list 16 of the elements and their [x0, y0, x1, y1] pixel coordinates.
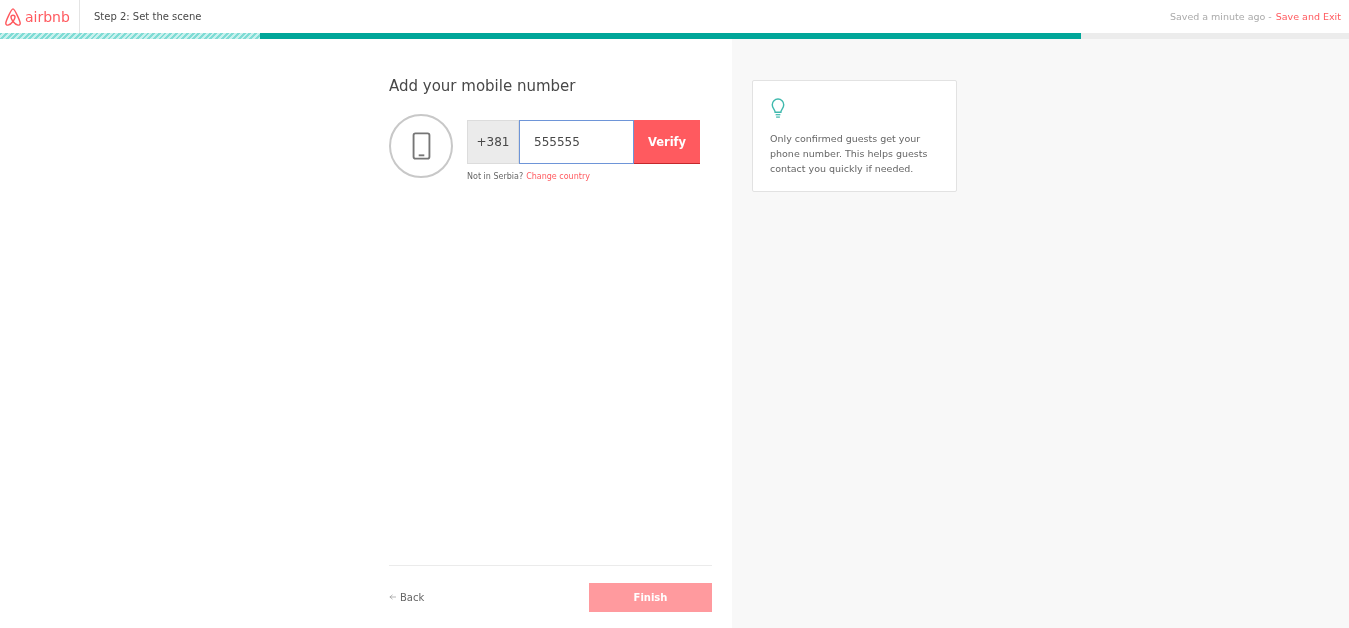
country-code: +381 [467, 120, 519, 164]
left-arrow-icon [389, 594, 396, 600]
page-title: Add your mobile number [389, 77, 577, 95]
change-country-link[interactable]: Change country [526, 172, 590, 181]
back-link[interactable]: Back [389, 591, 425, 603]
phone-circle-icon [389, 114, 453, 178]
verify-button[interactable]: Verify [634, 120, 700, 164]
tip-text: Only confirmed guests get your phone number. This helps guests contact you quickly if needed. [770, 132, 929, 176]
country-note: Not in Serbia? [467, 172, 524, 181]
saved-status: Saved a minute ago - [1169, 11, 1272, 22]
save-and-exit-link[interactable]: Save and Exit [1275, 11, 1341, 22]
logo-icon[interactable] [4, 6, 22, 27]
phone-input[interactable]: 555555 [519, 120, 634, 164]
lightbulb-icon [770, 98, 786, 119]
logo-text[interactable]: airbnb [25, 8, 70, 25]
step-title: Step 2: Set the scene [94, 11, 202, 22]
